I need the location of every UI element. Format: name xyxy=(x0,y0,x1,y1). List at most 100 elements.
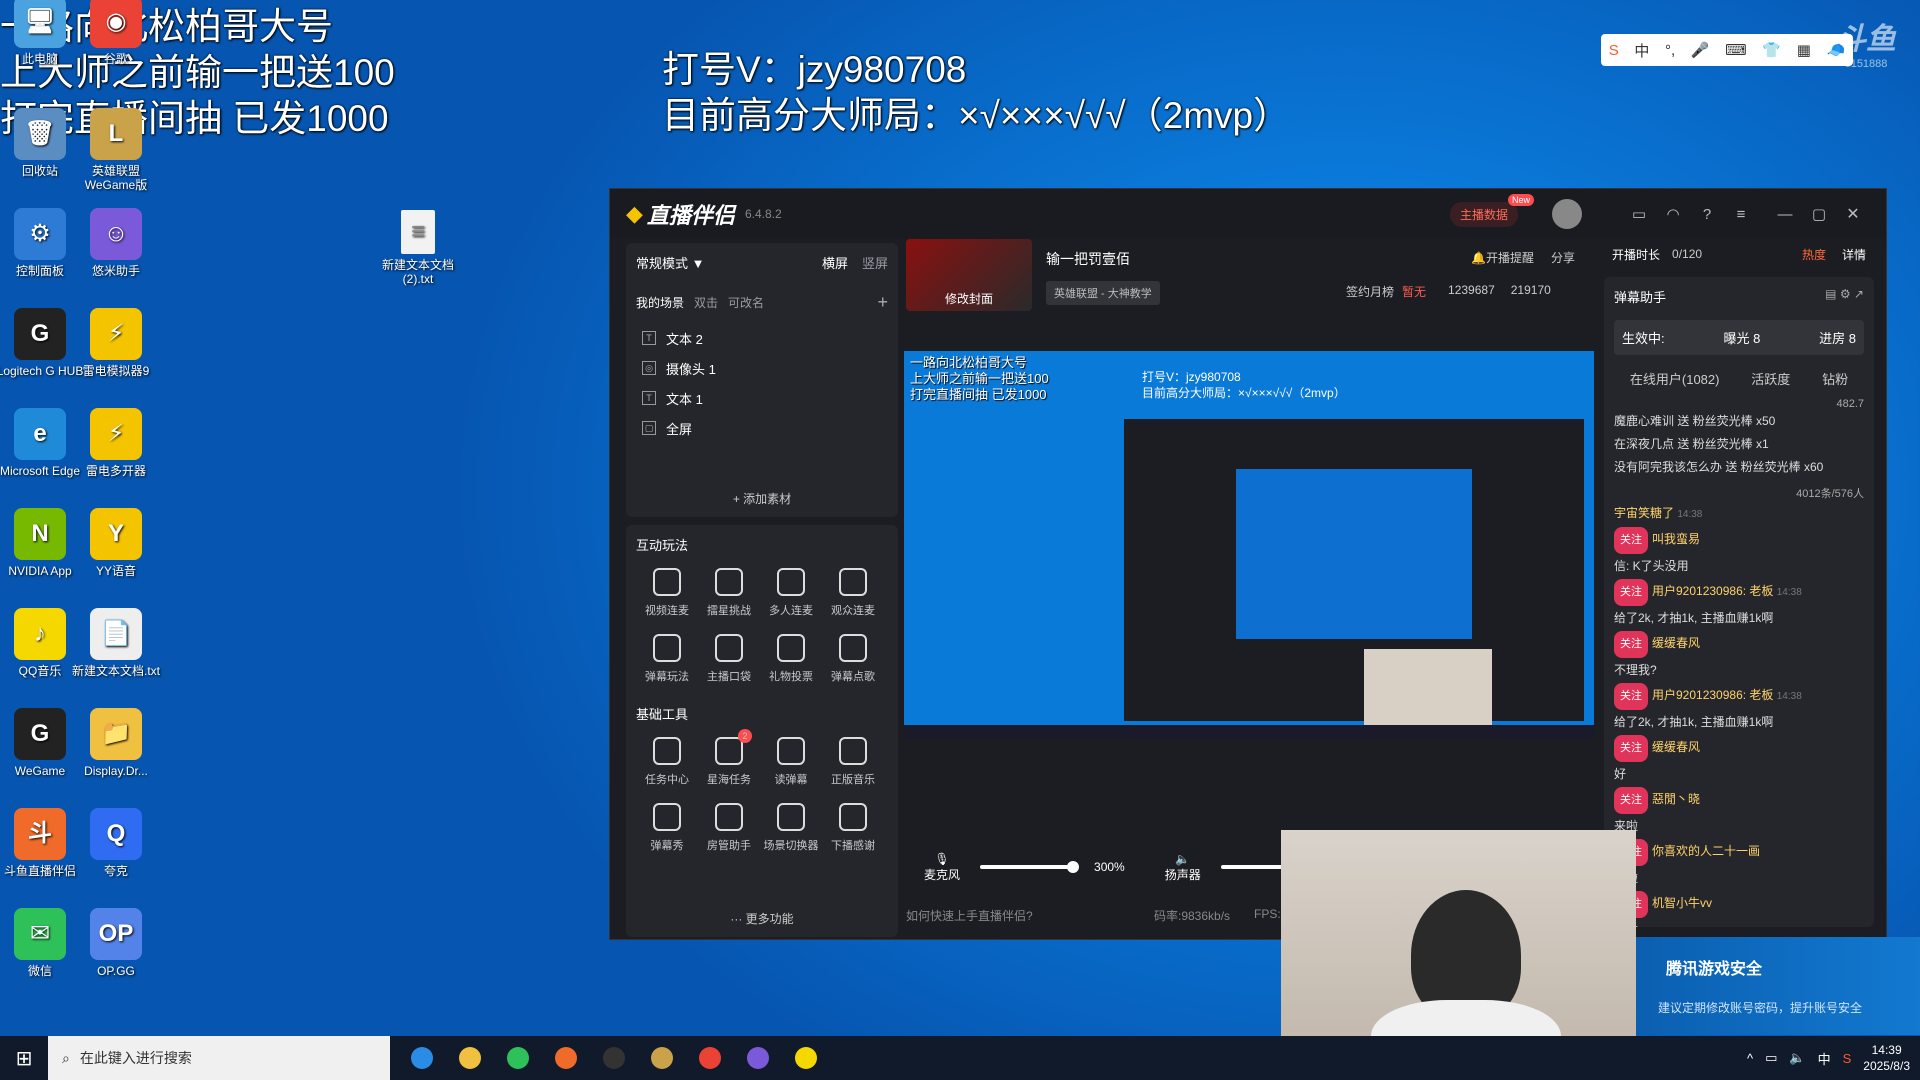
ime-button[interactable]: ▦ xyxy=(1797,41,1811,59)
host-data-button[interactable]: 主播数据 New xyxy=(1449,193,1534,227)
tool-button[interactable]: 读弹幕 xyxy=(760,737,822,787)
ime-toolbar[interactable]: S 中 °, 🎤 ⌨ 👕 ▦ 🧢 xyxy=(1601,34,1853,66)
landscape-tab[interactable]: 横屏 xyxy=(822,256,848,271)
slider-handle[interactable] xyxy=(1067,861,1080,873)
menu-icon[interactable]: ≡ xyxy=(1724,195,1758,233)
mode-dropdown[interactable]: 常规模式 ▼ xyxy=(636,253,705,272)
desktop-icon[interactable]: ☺ 悠米助手 xyxy=(71,208,161,278)
chat-username[interactable]: 机智小牛vv xyxy=(1652,896,1712,910)
security-toast[interactable]: 腾讯游戏安全 建议定期修改账号密码，提升账号安全 xyxy=(1636,937,1920,1035)
close-icon[interactable]: ✕ xyxy=(1836,195,1870,233)
clock[interactable]: 14:39 2025/8/3 xyxy=(1863,1042,1910,1074)
speaker-control[interactable]: 🔈 扬声器 xyxy=(1165,852,1201,883)
tool-button[interactable]: 任务中心 xyxy=(636,737,698,787)
ime-button[interactable]: 中 xyxy=(1634,40,1649,61)
ime-indicator[interactable]: 中 xyxy=(1818,1049,1831,1068)
tool-button[interactable]: 观众连麦 xyxy=(822,568,884,618)
tab-online-users[interactable]: 在线用户(1082) xyxy=(1630,369,1720,388)
tool-button[interactable]: 弹幕玩法 xyxy=(636,634,698,684)
headset-icon[interactable]: ◠ xyxy=(1656,195,1690,233)
help-link[interactable]: 如何快速上手直播伴侣? xyxy=(906,907,1033,924)
tool-button[interactable]: 擂星挑战 xyxy=(698,568,760,618)
ime-button[interactable]: 👕 xyxy=(1762,41,1781,59)
chat-username[interactable]: 用户9201230986: 老板 xyxy=(1652,688,1777,702)
taskbar-app-icon[interactable] xyxy=(686,1036,734,1080)
volume-icon[interactable]: 🔈 xyxy=(1789,1050,1805,1066)
ime-button[interactable]: ⌨ xyxy=(1725,41,1747,59)
desktop-icon[interactable]: Y YY语音 xyxy=(71,508,161,578)
settings-icon[interactable]: ▤ ⚙ ↗ xyxy=(1825,287,1864,306)
stream-preview[interactable]: 一路向北松柏哥大号 上大师之前输一把送100 打完直播间抽 已发1000 打号V… xyxy=(904,351,1594,739)
desktop-icon[interactable]: L 英雄联盟WeGame版 xyxy=(71,108,161,192)
search-box[interactable]: ⌕ 在此键入进行搜索 xyxy=(48,1036,390,1080)
scene-item[interactable]: ▢ 全屏 xyxy=(636,413,888,443)
ime-button[interactable]: 🎤 xyxy=(1691,41,1710,59)
tool-button[interactable]: 弹幕点歌 xyxy=(822,634,884,684)
tool-button[interactable]: 弹幕秀 xyxy=(636,803,698,853)
tool-button[interactable]: 主播口袋 xyxy=(698,634,760,684)
chat-username[interactable]: 缓缓春风 xyxy=(1652,740,1700,754)
stream-remind-button[interactable]: 🔔开播提醒 xyxy=(1471,249,1534,266)
tool-button[interactable]: 正版音乐 xyxy=(822,737,884,787)
stream-cover[interactable]: 修改封面 xyxy=(906,239,1032,311)
tool-button[interactable]: 星海任务 2 xyxy=(698,729,760,787)
stream-title[interactable]: 输一把罚壹佰 xyxy=(1046,249,1130,269)
mic-slider[interactable] xyxy=(980,861,1080,873)
avatar[interactable] xyxy=(1552,199,1582,229)
taskbar-app-icon[interactable] xyxy=(590,1036,638,1080)
tool-button[interactable]: 视频连麦 xyxy=(636,568,698,618)
sogou-icon[interactable]: S xyxy=(1843,1051,1852,1066)
chat-username[interactable]: 你喜欢的人二十一画 xyxy=(1652,844,1760,858)
chat-username[interactable]: 宇宙笑糖了 xyxy=(1614,506,1677,520)
chat-username[interactable]: 惡閒丶晓 xyxy=(1652,792,1700,806)
mic-control[interactable]: 🎙 麦克风 xyxy=(924,852,960,883)
chat-username[interactable]: 用户9201230986: 老板 xyxy=(1652,584,1777,598)
detail-link[interactable]: 详情 xyxy=(1842,246,1866,263)
taskbar-app-icon[interactable] xyxy=(398,1036,446,1080)
desktop-icon[interactable]: ◉ 谷歌 xyxy=(71,0,161,66)
minimize-icon[interactable]: — xyxy=(1768,195,1802,233)
add-material-button[interactable]: + 添加素材 xyxy=(626,490,898,507)
taskbar-app-icon[interactable] xyxy=(638,1036,686,1080)
tool-button[interactable]: 下播感谢 xyxy=(822,803,884,853)
tab-activity[interactable]: 活跃度 xyxy=(1751,369,1790,388)
scene-item[interactable]: T 文本 2 xyxy=(636,323,888,353)
help-icon[interactable]: ? xyxy=(1690,195,1724,233)
taskbar-app-icon[interactable] xyxy=(494,1036,542,1080)
tool-button[interactable]: 礼物投票 xyxy=(760,634,822,684)
desktop-icon[interactable]: Q 夸克 xyxy=(71,808,161,878)
taskbar-app-icon[interactable] xyxy=(782,1036,830,1080)
desktop-icon[interactable]: ⚡ 雷电多开器 xyxy=(71,408,161,478)
ime-button[interactable]: S xyxy=(1609,42,1619,59)
stream-header: 修改封面 输一把罚壹佰 英雄联盟 - 大神教学 🔔开播提醒 分享 签约月榜 暂无… xyxy=(906,239,1596,335)
taskbar-app-icon[interactable] xyxy=(734,1036,782,1080)
network-icon[interactable]: ▭ xyxy=(1765,1050,1777,1066)
chat-username[interactable]: 缓缓春风 xyxy=(1652,636,1700,650)
scene-item[interactable]: ◎ 摄像头 1 xyxy=(636,353,888,383)
maximize-icon[interactable]: ▢ xyxy=(1802,195,1836,233)
message-icon[interactable]: ▭ xyxy=(1622,195,1656,233)
start-icon[interactable]: ⊞ xyxy=(0,1046,48,1071)
desktop-icon[interactable]: 📁 Display.Dr... xyxy=(71,708,161,778)
add-scene-icon[interactable]: + xyxy=(877,292,888,313)
chat-username[interactable]: 叫我蛮易 xyxy=(1652,532,1700,546)
desktop-icon[interactable]: 📄 新建文本文档.txt xyxy=(71,608,161,678)
tool-button[interactable]: 场景切换器 xyxy=(760,803,822,853)
desktop-icon[interactable]: ⚡ 雷电模拟器9 xyxy=(71,308,161,378)
chevron-up-icon[interactable]: ^ xyxy=(1747,1051,1753,1066)
ime-button[interactable]: 🧢 xyxy=(1826,41,1845,59)
tool-button[interactable]: 多人连麦 xyxy=(760,568,822,618)
tab-diamond-fans[interactable]: 钻粉 xyxy=(1822,369,1848,388)
share-button[interactable]: 分享 xyxy=(1551,249,1575,266)
desktop-icon[interactable]: OP OP.GG xyxy=(71,908,161,978)
scene-item[interactable]: T 文本 1 xyxy=(636,383,888,413)
taskbar-app-icon[interactable] xyxy=(446,1036,494,1080)
ime-button[interactable]: °, xyxy=(1665,42,1675,59)
portrait-tab[interactable]: 竖屏 xyxy=(862,256,888,271)
tool-button[interactable]: 房管助手 xyxy=(698,803,760,853)
category-tag[interactable]: 英雄联盟 - 大神教学 xyxy=(1046,281,1160,305)
app-icon xyxy=(507,1047,529,1069)
more-functions-button[interactable]: ··· 更多功能 xyxy=(626,910,898,927)
desktop-icon-txt-file[interactable]: ≡ 新建文本文档(2).txt xyxy=(373,210,463,286)
taskbar-app-icon[interactable] xyxy=(542,1036,590,1080)
